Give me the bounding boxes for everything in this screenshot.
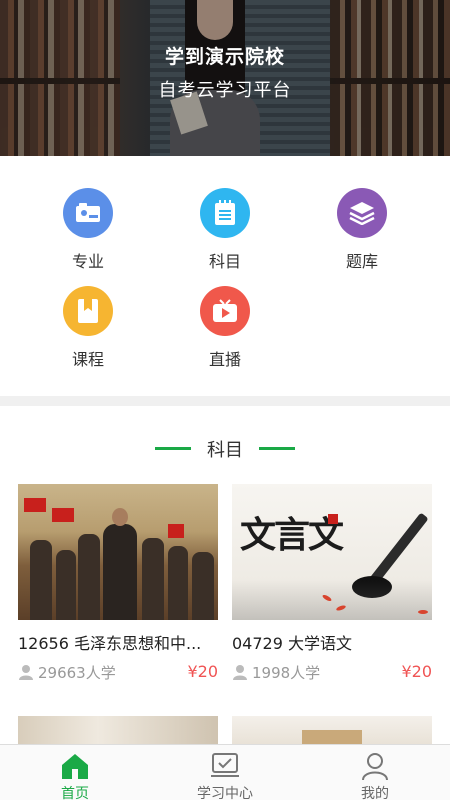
course-meta: 29663人学 ¥20	[18, 662, 218, 684]
study-center-icon	[210, 751, 240, 781]
menu-item-question-bank[interactable]: 题库	[302, 188, 422, 272]
course-card[interactable]: 12656 毛泽东思想和中... 29663人学 ¥20	[18, 484, 218, 684]
tab-label-home: 首页	[61, 786, 89, 800]
tab-label-study-center: 学习中心	[197, 786, 253, 800]
menu-label-live: 直播	[208, 350, 241, 369]
tab-label-profile: 我的	[361, 786, 389, 800]
learner-count: 29663人学	[38, 664, 116, 682]
course-card-partial[interactable]	[232, 716, 432, 746]
menu-label-question-bank: 题库	[345, 252, 378, 271]
banner[interactable]: 学到演示院校 自考云学习平台	[0, 0, 450, 156]
section-divider-right	[259, 447, 295, 450]
tv-play-icon	[200, 286, 250, 336]
menu-item-live[interactable]: 直播	[165, 286, 285, 370]
course-name: 12656 毛泽东思想和中...	[18, 634, 202, 653]
course-price: ¥20	[187, 662, 218, 681]
course-meta: 1998人学 ¥20	[232, 662, 432, 684]
profile-icon	[360, 751, 390, 781]
tab-study-center[interactable]: 学习中心	[150, 745, 300, 800]
home-icon	[60, 751, 90, 781]
banner-title: 学到演示院校	[164, 46, 285, 68]
menu-item-major[interactable]: 专业	[28, 188, 148, 272]
section-title: 科目	[207, 440, 243, 461]
tab-home[interactable]: 首页	[0, 745, 150, 800]
course-card[interactable]: 文言文 04729 大学语文 1998人学 ¥20	[232, 484, 432, 684]
course-thumbnail: 文言文	[232, 484, 432, 620]
painting-figure	[103, 508, 137, 620]
layers-icon	[337, 188, 387, 238]
menu-label-course: 课程	[71, 350, 104, 369]
menu-item-course[interactable]: 课程	[28, 286, 148, 370]
menu-label-major: 专业	[71, 252, 104, 271]
major-icon	[63, 188, 113, 238]
thumbnail-calligraphy-text: 文言文	[240, 514, 344, 556]
tab-profile[interactable]: 我的	[300, 745, 450, 800]
user-icon	[233, 665, 247, 680]
subject-section: 科目 12656 毛泽东思想和中... 29663人学 ¥20 文言文 0472…	[0, 406, 450, 746]
learner-count: 1998人学	[252, 664, 321, 682]
banner-subtitle: 自考云学习平台	[158, 80, 292, 101]
notebook-icon	[200, 188, 250, 238]
course-card-partial[interactable]	[18, 716, 218, 746]
menu-item-subject[interactable]: 科目	[165, 188, 285, 272]
section-header: 科目	[0, 436, 450, 461]
bookmark-book-icon	[63, 286, 113, 336]
course-name: 04729 大学语文	[232, 634, 352, 653]
course-thumbnail	[18, 484, 218, 620]
menu-label-subject: 科目	[208, 252, 241, 271]
section-divider-left	[155, 447, 191, 450]
course-price: ¥20	[401, 662, 432, 681]
user-icon	[19, 665, 33, 680]
bottom-tab-bar: 首页 学习中心 我的	[0, 744, 450, 800]
thumbnail-seal	[328, 514, 338, 524]
feature-menu: 专业 科目 题库 课程 直播	[0, 156, 450, 396]
